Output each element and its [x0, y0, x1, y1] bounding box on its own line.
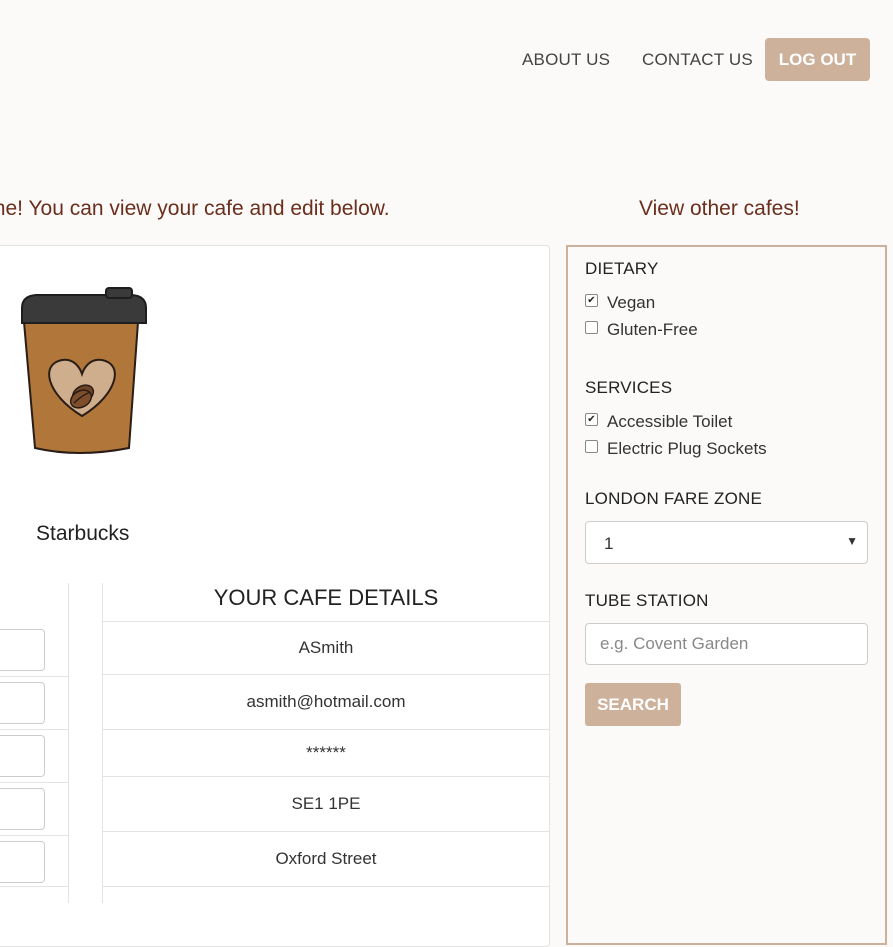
row-divider	[0, 835, 68, 836]
tube-station-heading: TUBE STATION	[585, 591, 709, 610]
vegan-label: Vegan	[607, 293, 656, 312]
accessible-toilet-option[interactable]: ✔ Accessible Toilet	[585, 412, 732, 432]
tube-station-input[interactable]	[585, 623, 868, 665]
detail-row-next	[103, 886, 549, 903]
edit-email-input[interactable]	[0, 682, 45, 724]
row-divider	[0, 886, 68, 887]
fare-zone-value: 1	[604, 534, 614, 553]
chevron-down-icon: ▼	[846, 534, 858, 548]
nav-contact-us[interactable]: CONTACT US	[642, 50, 753, 70]
nav-about-us[interactable]: ABOUT US	[522, 50, 610, 70]
plug-sockets-checkbox[interactable]	[585, 439, 598, 453]
dietary-heading: DIETARY	[585, 259, 659, 278]
search-button[interactable]: SEARCH	[585, 683, 681, 726]
checkmark-icon: ✔	[587, 294, 596, 306]
row-divider	[0, 676, 68, 677]
welcome-message: me! You can view your cafe and edit belo…	[0, 197, 390, 220]
detail-street: Oxford Street	[103, 831, 549, 886]
detail-password: ******	[103, 729, 549, 776]
detail-username: ASmith	[103, 621, 549, 674]
sidebar-title: View other cafes!	[639, 197, 800, 220]
gluten-free-option[interactable]: Gluten-Free	[585, 320, 698, 340]
plug-sockets-option[interactable]: Electric Plug Sockets	[585, 439, 767, 459]
checkmark-icon: ✔	[587, 413, 596, 425]
logout-button[interactable]: LOG OUT	[765, 38, 870, 81]
edit-postcode-input[interactable]	[0, 788, 45, 830]
detail-postcode: SE1 1PE	[103, 776, 549, 831]
fare-zone-select[interactable]: 1 ▼	[585, 521, 868, 564]
details-title: YOUR CAFE DETAILS	[213, 585, 439, 610]
cafe-details-table: YOUR CAFE DETAILS ASmith asmith@hotmail.…	[102, 583, 549, 903]
row-divider	[0, 729, 68, 730]
coffee-cup-icon	[21, 287, 147, 454]
fare-zone-heading: LONDON FARE ZONE	[585, 489, 763, 508]
detail-email: asmith@hotmail.com	[103, 674, 549, 729]
vegan-checkbox[interactable]: ✔	[585, 293, 598, 307]
edit-street-input[interactable]	[0, 841, 45, 883]
accessible-toilet-checkbox[interactable]: ✔	[585, 412, 598, 426]
vegan-option[interactable]: ✔ Vegan	[585, 293, 655, 313]
accessible-toilet-label: Accessible Toilet	[607, 412, 733, 431]
plug-sockets-label: Electric Plug Sockets	[607, 439, 767, 458]
gluten-free-label: Gluten-Free	[607, 320, 698, 339]
row-divider	[0, 782, 68, 783]
services-heading: SERVICES	[585, 378, 673, 397]
cafe-name: Starbucks	[36, 522, 130, 545]
edit-password-input[interactable]	[0, 735, 45, 777]
gluten-free-checkbox[interactable]	[585, 320, 598, 334]
edit-username-input[interactable]	[0, 629, 45, 671]
